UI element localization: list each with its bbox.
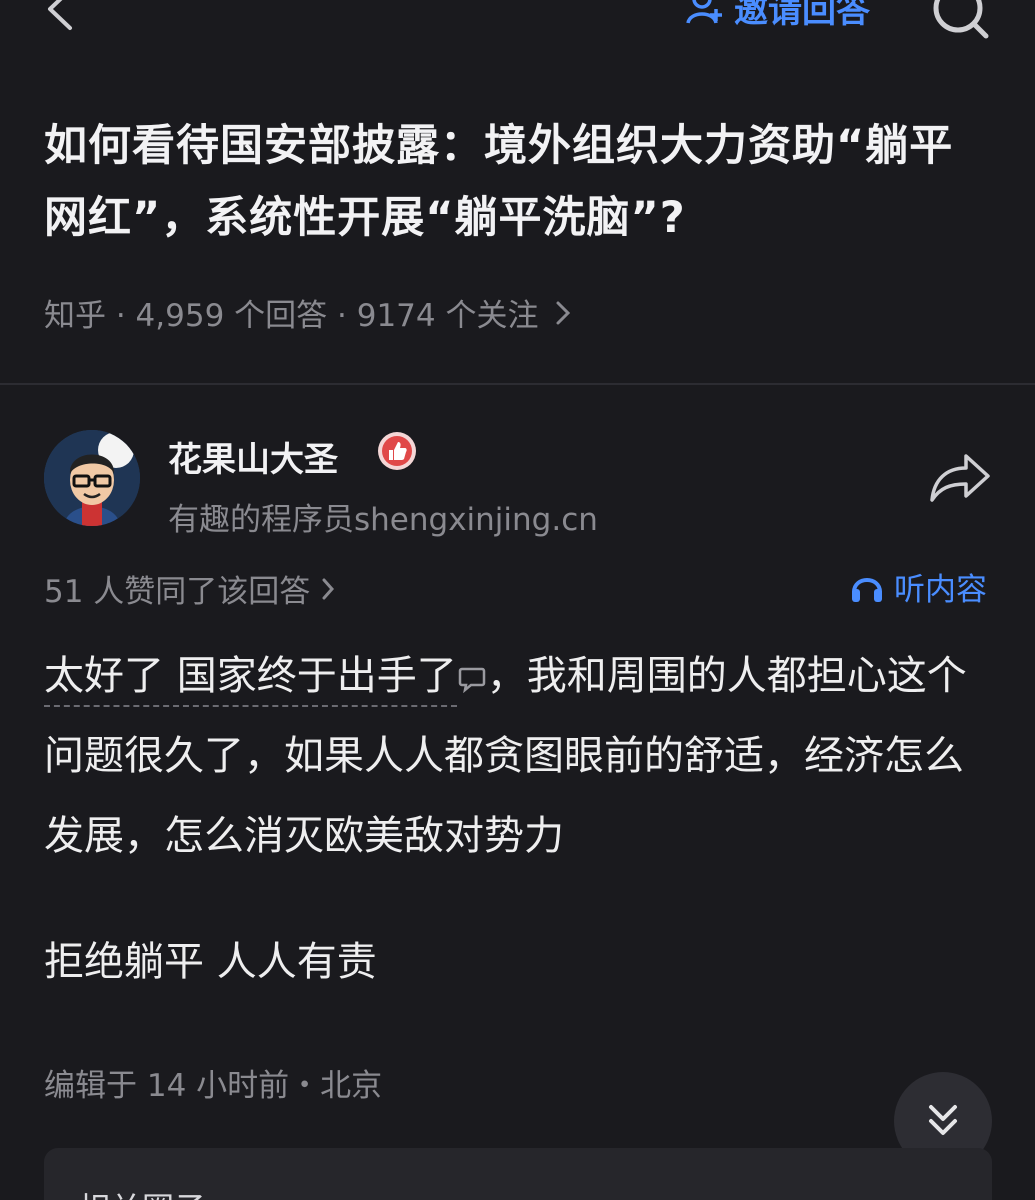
badge-icon [378,432,416,470]
question-title[interactable]: 如何看待国安部披露：境外组织大力资助“躺平网红”，系统性开展“躺平洗脑”? [44,110,994,254]
question-meta[interactable]: 知乎 · 4,959 个回答 · 9174 个关注 [44,290,572,335]
author-name[interactable]: 花果山大圣 [168,432,338,481]
avatar[interactable] [44,430,140,526]
invite-label: 邀请回答 [734,0,870,31]
question-meta-text: 知乎 · 4,959 个回答 · 9174 个关注 [44,298,539,334]
search-button[interactable] [928,0,992,42]
invite-user-icon [686,0,722,24]
double-chevron-down-icon [929,1105,957,1135]
avatar-image [44,430,140,526]
back-button[interactable] [38,0,88,34]
highlighted-text[interactable]: 太好了 国家终于出手了 [44,653,457,707]
comment-icon[interactable] [457,663,487,693]
chevron-right-icon [322,578,335,599]
headphones-icon [852,577,882,602]
listen-button[interactable]: 听内容 [850,564,987,609]
listen-label: 听内容 [894,572,987,608]
divider [0,383,1035,385]
search-icon [933,0,989,39]
share-icon [930,454,990,502]
zhihu-answer-page: 邀请回答 如何看待国安部披露：境外组织大力资助“躺平网红”，系统性开展“躺平洗脑… [0,0,1035,1200]
invite-answer-button[interactable]: 邀请回答 [686,0,870,32]
edited-info: 编辑于 14 小时前・北京 [44,1068,383,1104]
chevron-right-icon [556,301,571,324]
vote-count[interactable]: 51 人赞同了该回答 [44,566,336,611]
related-circles-card[interactable]: 相关圈子 [44,1148,992,1200]
back-icon [48,0,72,30]
related-title: 相关圈子 [78,1184,206,1200]
author-row: 花果山大圣 有趣的程序员shengxinjing.cn [44,430,1004,538]
vote-count-text: 51 人赞同了该回答 [44,574,311,610]
answer-paragraph-2: 拒绝躺平 人人有责 [44,939,377,985]
answer-body: 太好了 国家终于出手了 ，我和周围的人都担心这个问题很久了，如果人人都贪图眼前的… [44,636,994,876]
share-button[interactable] [928,450,992,506]
author-bio: 有趣的程序员shengxinjing.cn [168,502,598,538]
top-bar: 邀请回答 [0,0,1035,39]
